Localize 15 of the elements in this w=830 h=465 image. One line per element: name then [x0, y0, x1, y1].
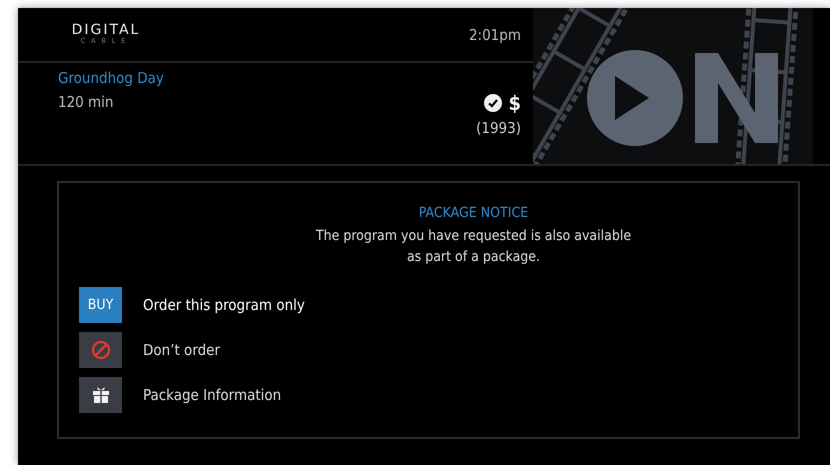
option-label: Package Information	[143, 386, 282, 404]
gift-icon	[90, 385, 110, 405]
price-mark: $	[508, 91, 521, 115]
buy-button[interactable]: BUY	[79, 287, 122, 323]
dialog-title: PACKAGE NOTICE	[418, 205, 528, 221]
program-title: Groundhog Day	[58, 69, 164, 87]
program-duration: 120 min	[58, 93, 114, 111]
option-label: Don’t order	[143, 341, 220, 359]
clock-time: 2:01pm	[468, 26, 521, 44]
logo-text: DIGITAL	[72, 23, 140, 37]
prohibited-icon	[90, 340, 110, 360]
option-button[interactable]	[79, 377, 122, 413]
option-label: Order this program only	[143, 296, 305, 314]
program-year: (1993)	[476, 119, 521, 137]
dialog-message: The program you have requested is also available as part of a package.	[314, 227, 632, 267]
